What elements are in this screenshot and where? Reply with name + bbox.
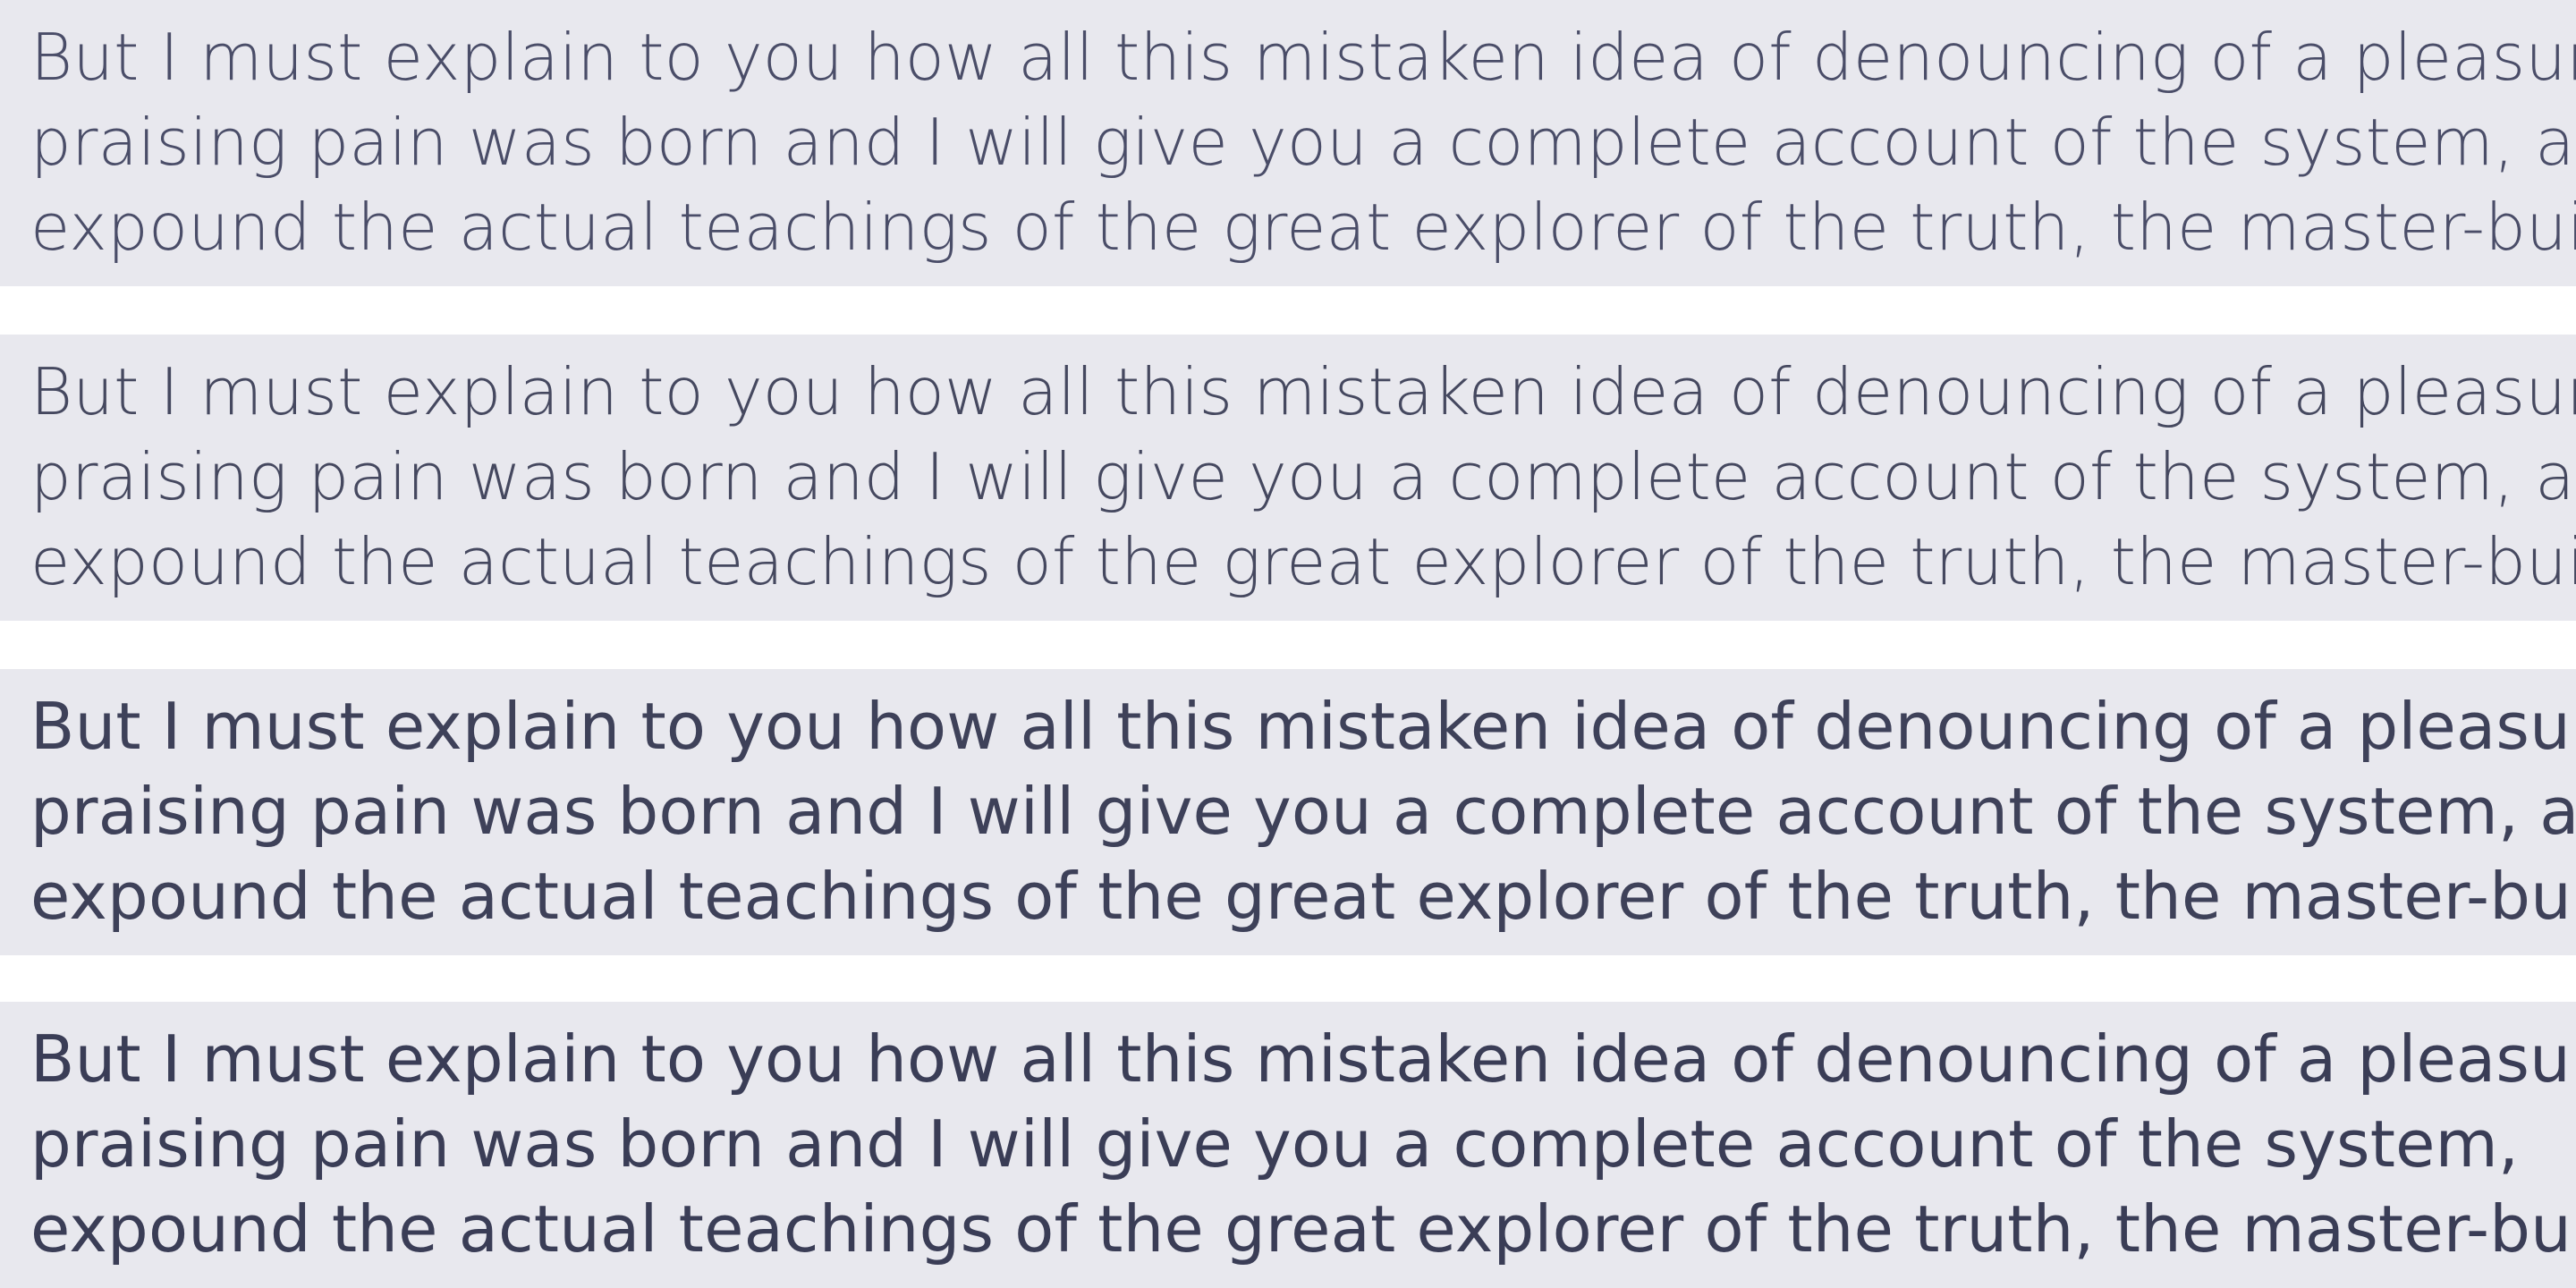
text-sample-thin: But I must explain to you how all this m…	[0, 0, 2576, 286]
text-sample-light: But I must explain to you how all this m…	[0, 335, 2576, 621]
font-weight-specimen-page: But I must explain to you how all this m…	[0, 0, 2576, 1288]
sample-line: praising pain was born and I will give y…	[30, 439, 2576, 514]
sample-line: But I must explain to you how all this m…	[30, 354, 2576, 429]
sample-line: But I must explain to you how all this m…	[30, 20, 2576, 95]
text-sample-regular: But I must explain to you how all this m…	[0, 669, 2576, 955]
sample-line: praising pain was born and I will give y…	[30, 774, 2576, 849]
sample-line: expound the actual teachings of the grea…	[30, 524, 2576, 599]
sample-line: But I must explain to you how all this m…	[30, 1021, 2571, 1097]
sample-line: praising pain was born and I will give y…	[30, 105, 2576, 180]
sample-line: praising pain was born and I will give y…	[30, 1106, 2520, 1182]
sample-line: expound the actual teachings of the grea…	[30, 190, 2576, 265]
sample-line: But I must explain to you how all this m…	[30, 689, 2571, 764]
sample-line: expound the actual teachings of the grea…	[30, 859, 2576, 934]
sample-line: expound the actual teachings of the grea…	[30, 1191, 2572, 1267]
text-sample-medium: But I must explain to you how all this m…	[0, 1002, 2576, 1288]
